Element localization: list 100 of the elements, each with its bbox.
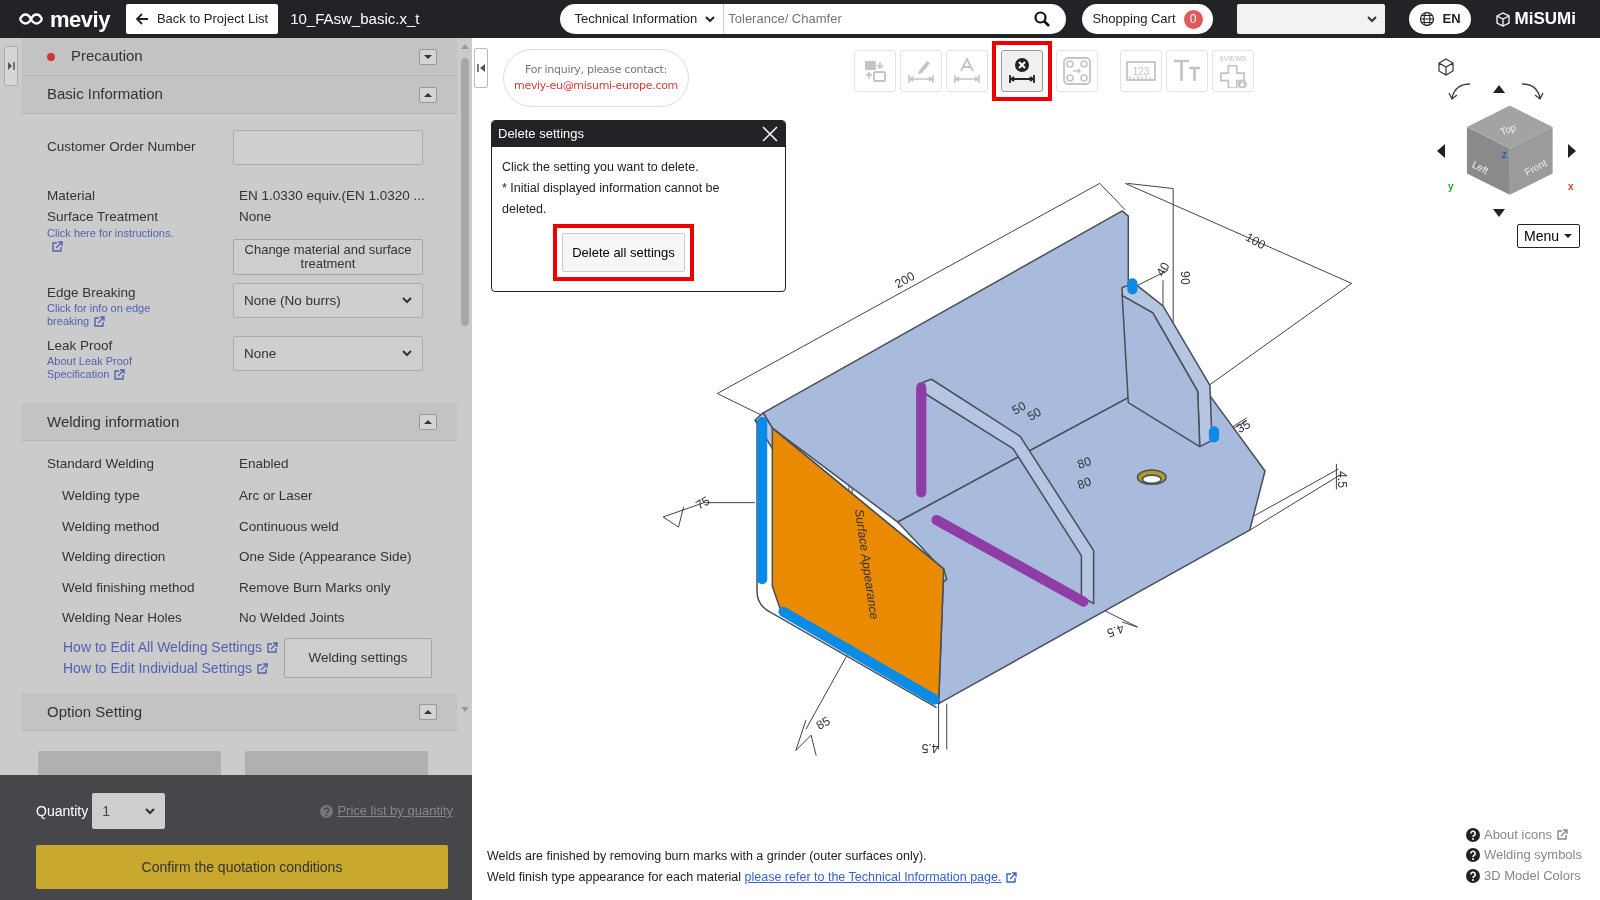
field-value: Remove Burn Marks only <box>239 578 391 597</box>
help-link[interactable]: About Leak Proof Specification <box>47 355 185 382</box>
back-button[interactable]: Back to Project List <box>125 4 279 34</box>
axis-label: y <box>1448 182 1454 192</box>
help-link[interactable]: Welding symbols <box>1483 845 1582 866</box>
help-icon <box>1465 827 1480 842</box>
caret-down-icon <box>1563 233 1573 239</box>
cube-face-label[interactable]: Left <box>1470 158 1491 177</box>
section-header[interactable]: Option Setting <box>22 693 457 732</box>
confirm-quotation-button[interactable]: Confirm the quotation conditions <box>36 845 448 889</box>
hole-grid-icon <box>1061 55 1093 87</box>
arrow-up-icon <box>1492 84 1506 94</box>
scrollbar-thumb[interactable] <box>460 58 469 326</box>
search-field[interactable]: Technical Information Tolerance/ Chamfer <box>560 4 1067 34</box>
option-button[interactable] <box>38 751 221 775</box>
help-link[interactable]: About icons <box>1483 824 1568 845</box>
dimension-label: 80 <box>1075 474 1094 493</box>
toolbar-button[interactable] <box>1001 50 1043 92</box>
expand-panel-button[interactable] <box>4 46 18 86</box>
section-title: Option Setting <box>47 701 143 722</box>
cart-count-badge: 0 <box>1183 9 1203 29</box>
collapse-toggle-button[interactable] <box>419 48 437 65</box>
rotate-left-icon <box>1448 80 1472 102</box>
dimension-label: 80 <box>1075 454 1094 472</box>
axis-label: x <box>1568 182 1574 192</box>
field-label: Welding direction <box>62 548 167 567</box>
dimension-label: 50 <box>1024 404 1044 424</box>
field-label: Surface Treatment <box>47 208 160 226</box>
expand-icon <box>7 61 15 71</box>
logo-icon <box>16 10 46 28</box>
section-header[interactable]: Basic Information <box>22 76 457 114</box>
dropdown[interactable] <box>1236 4 1385 34</box>
collapse-icon <box>476 63 486 73</box>
arrow-right-icon <box>1567 143 1577 159</box>
arrow-left-icon <box>1436 143 1446 159</box>
collapse-toggle-button[interactable] <box>419 703 437 720</box>
dimension-label: 4.5 <box>921 741 939 756</box>
technical-info-link[interactable]: please refer to the Technical Information page. <box>744 870 1018 884</box>
caret-up-icon <box>423 707 433 716</box>
text-input-field[interactable] <box>233 130 423 165</box>
section-header[interactable]: Welding information <box>22 403 457 442</box>
section-header[interactable]: Precaution <box>22 38 457 76</box>
axis-label: z <box>1502 150 1507 160</box>
field-label: Material <box>47 187 96 205</box>
help-link[interactable]: Click for info on edge breaking <box>47 302 185 329</box>
menu-button[interactable]: Menu <box>1516 224 1580 248</box>
delete-all-button[interactable]: Delete all settings <box>562 233 685 272</box>
arrow-left-icon <box>135 13 149 25</box>
dimension-label: 100 <box>1243 229 1268 253</box>
contact-email: meviy-eu@misumi-europe.com <box>514 78 678 94</box>
option-button[interactable] <box>245 751 428 775</box>
field-label: Welding type <box>62 487 141 506</box>
caret-down-icon <box>423 52 433 61</box>
collapse-panel-button[interactable] <box>474 48 488 88</box>
change-material-button[interactable]: Change material and surface treatment <box>233 239 423 276</box>
help-link[interactable]: How to Edit Individual Settings <box>63 658 269 680</box>
field-label: Welding method <box>62 517 161 536</box>
file-name: 10_FAsw_basic.x_t <box>290 8 420 29</box>
note-text: Welds are finished by removing burn marks with a grinder (outer surfaces only). <box>487 848 928 865</box>
field-label: Edge Breaking <box>47 284 137 303</box>
quantity-label: Quantity <box>36 801 89 821</box>
help-icon <box>1465 868 1480 883</box>
help-link[interactable]: 3D Model Colors <box>1483 865 1581 886</box>
dimension-label: 4.5 <box>1335 471 1350 489</box>
six-views-icon <box>1217 62 1249 88</box>
logo-text: meviy <box>50 5 110 34</box>
help-link[interactable]: Click here for instructions. <box>47 227 185 254</box>
dropdown[interactable]: None (No burrs) <box>233 283 423 319</box>
cube-logo-icon <box>1494 10 1511 28</box>
caret-icon <box>402 297 412 305</box>
welding-settings-button[interactable]: Welding settings <box>284 638 432 679</box>
external-link-icon <box>93 316 106 329</box>
dimension-label: 40 <box>1153 259 1173 279</box>
scroll-down-icon <box>459 706 470 714</box>
shopping-cart-button[interactable]: Shopping Cart 0 <box>1082 4 1213 34</box>
dimension-label: 75 <box>693 493 713 513</box>
quantity-dropdown[interactable]: 1 <box>92 793 166 829</box>
help-icon <box>320 804 334 818</box>
dimension-label: 85 <box>813 713 833 733</box>
dropdown[interactable]: None <box>233 336 423 372</box>
language-button[interactable]: EN <box>1408 4 1471 34</box>
collapse-toggle-button[interactable] <box>419 413 437 430</box>
external-link-icon <box>1005 871 1018 884</box>
caret-up-icon <box>423 90 433 99</box>
close-icon <box>761 125 779 143</box>
field-label: Customer Order Number <box>47 138 197 157</box>
caret-icon <box>145 807 156 815</box>
collapse-toggle-button[interactable] <box>419 86 437 103</box>
field-label: Leak Proof <box>47 337 114 356</box>
dimension-label: 90 <box>1178 271 1193 285</box>
brand-logo-text: MiSUMi <box>1514 8 1576 31</box>
help-link[interactable]: How to Edit All Welding Settings <box>63 636 278 658</box>
field-value: Arc or Laser <box>239 487 313 506</box>
field-value: No Welded Joints <box>239 609 345 628</box>
caret-icon <box>1366 15 1377 23</box>
field-label: Standard Welding <box>47 455 156 474</box>
close-button[interactable] <box>761 125 779 143</box>
field-value: Enabled <box>239 455 289 474</box>
section-title: Basic Information <box>47 84 163 105</box>
external-link-icon <box>113 369 126 382</box>
